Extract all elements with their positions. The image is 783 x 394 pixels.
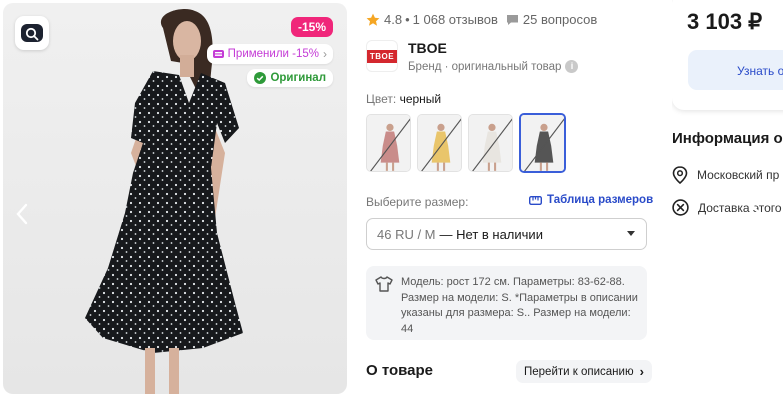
original-badge: Оригинал — [247, 69, 333, 87]
caret-down-icon — [627, 231, 635, 236]
info-icon[interactable]: i — [565, 60, 579, 73]
product-gallery[interactable]: -15% Применили -15% › Оригинал — [3, 3, 347, 394]
delivery-location-row[interactable]: Московский пр — [672, 166, 779, 184]
go-to-description-label: Перейти к описанию — [524, 365, 634, 378]
ruler-icon — [529, 195, 542, 205]
brand-name[interactable]: TBOE — [408, 40, 578, 56]
notify-button[interactable]: Узнать о — [688, 50, 783, 90]
color-thumbnail[interactable] — [366, 114, 411, 172]
delivery-location-text: Московский пр — [697, 168, 780, 182]
star-icon — [366, 13, 380, 26]
size-table-link[interactable]: Таблица размеров — [529, 194, 653, 206]
brand-block[interactable]: TBOE TBOE Бренд · оригинальный товар i — [366, 40, 579, 73]
shirt-icon — [375, 276, 393, 292]
availability-status: — Нет в наличии — [439, 226, 543, 242]
discount-badge: -15% — [290, 17, 333, 37]
model-info-text: Модель: рост 172 см. Параметры: 83-62-88… — [401, 276, 638, 335]
color-thumbnail[interactable] — [417, 114, 462, 172]
chevron-right-icon: › — [323, 47, 327, 61]
color-label-prefix: Цвет: — [366, 92, 397, 106]
purchase-panel: 3 103 ₽ Узнать о Информация о Московский… — [672, 0, 783, 394]
delivery-info-title: Информация о — [672, 130, 783, 147]
brand-subtitle: Бренд · оригинальный товар i — [408, 60, 579, 73]
price: 3 103 ₽ — [687, 9, 763, 34]
original-label: Оригинал — [270, 72, 326, 84]
chevron-right-icon — [749, 202, 761, 224]
size-select[interactable]: 46 RU / M — Нет в наличии — [366, 218, 647, 250]
applied-discount-badge[interactable]: Применили -15% › — [206, 44, 333, 64]
selected-size: 46 RU / M — [377, 226, 436, 242]
chevron-right-icon: › — [639, 364, 644, 379]
delivery-status-text: Доставка этого — [698, 200, 782, 215]
check-circle-icon — [254, 72, 267, 84]
product-details: 4.8 • 1 068 отзывов 25 вопросов TBOE TBO… — [366, 0, 653, 394]
size-table-label: Таблица размеров — [547, 194, 654, 206]
color-thumbnail[interactable] — [468, 114, 513, 172]
brand-logo[interactable]: TBOE — [366, 40, 398, 72]
wallet-icon — [212, 50, 224, 58]
product-page: -15% Применили -15% › Оригинал 4.8 • 1 0… — [0, 0, 783, 394]
color-thumbnail[interactable] — [519, 113, 566, 173]
brand-subtitle-text: Бренд · оригинальный товар — [408, 60, 562, 73]
thumbnail-image — [418, 115, 461, 171]
thumbnail-image — [521, 115, 564, 171]
color-thumbnails — [366, 113, 566, 173]
reviews-count[interactable]: 1 068 отзывов — [413, 12, 498, 27]
rating-separator: • — [405, 12, 410, 27]
gallery-prev-button[interactable] — [15, 203, 29, 231]
thumbnail-image — [367, 115, 410, 171]
image-search-button[interactable] — [15, 16, 49, 50]
questions-count: 25 вопросов — [522, 12, 598, 27]
model-info-box: Модель: рост 172 см. Параметры: 83-62-88… — [366, 266, 647, 340]
rating-value: 4.8 — [384, 12, 403, 27]
rating-row[interactable]: 4.8 • 1 068 отзывов 25 вопросов — [366, 12, 597, 27]
applied-discount-label: Применили -15% — [227, 48, 319, 60]
color-value: черный — [399, 92, 442, 106]
delivery-status-row: Доставка этого — [672, 199, 782, 216]
chevron-left-icon — [16, 203, 28, 225]
chat-bubble-icon — [506, 14, 518, 25]
about-title: О товаре — [366, 362, 434, 379]
brand-logo-text: TBOE — [366, 49, 398, 63]
thumbnail-image — [469, 115, 512, 171]
price-card: 3 103 ₽ Узнать о — [672, 0, 783, 110]
go-to-description-button[interactable]: Перейти к описанию › — [516, 360, 652, 383]
location-pin-icon — [672, 166, 688, 184]
next-button[interactable] — [748, 202, 762, 230]
size-label: Выберите размер: — [366, 195, 469, 209]
camera-search-icon — [21, 24, 43, 42]
questions-link[interactable]: 25 вопросов — [506, 12, 597, 27]
color-label: Цвет: черный — [366, 92, 441, 106]
no-delivery-icon — [672, 199, 689, 216]
